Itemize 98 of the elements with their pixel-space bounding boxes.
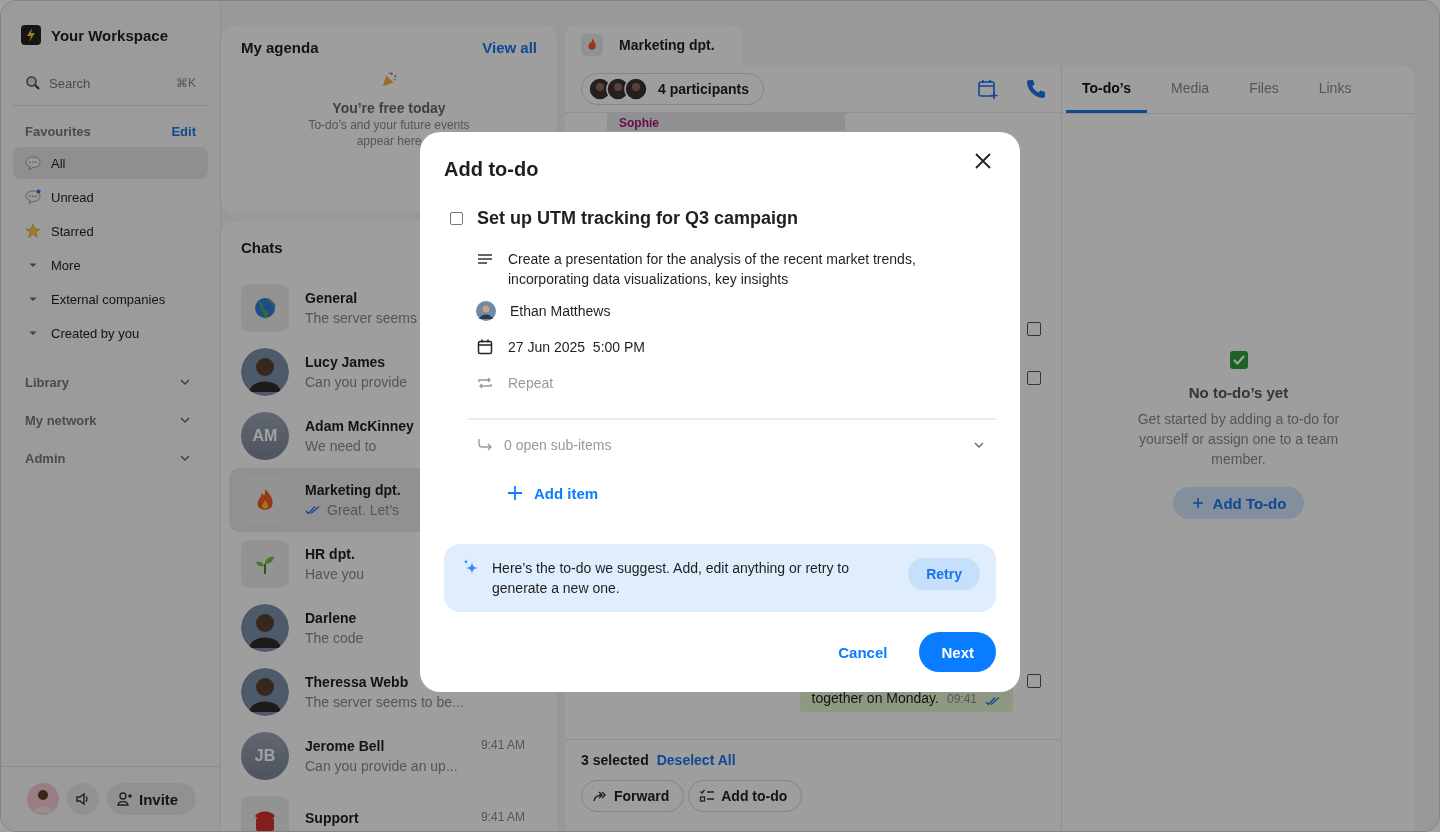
chat-preview: We need to: [305, 438, 377, 454]
chats-title: Chats: [240, 239, 284, 256]
flame-icon: [581, 34, 603, 56]
sidebar-section[interactable]: Library: [13, 369, 208, 395]
message-checkbox[interactable]: [1027, 322, 1041, 336]
read-ticks-icon: [985, 696, 1001, 706]
person-avatar: [624, 76, 648, 101]
sidebar-section[interactable]: Admin: [13, 445, 208, 471]
sidebar-item[interactable]: All: [13, 147, 208, 179]
party-popper-icon: [380, 70, 398, 88]
sidebar-section[interactable]: My network: [13, 407, 208, 433]
search-icon: [25, 75, 41, 91]
person-avatar: [476, 301, 496, 321]
sound-button[interactable]: [67, 783, 99, 815]
view-all-link[interactable]: View all: [482, 39, 537, 56]
empty-text: appear here: [356, 134, 422, 148]
conversation-tab[interactable]: Marketing dpt.: [565, 25, 743, 65]
search-field[interactable]: Search ⌘K: [13, 69, 208, 106]
chat-name: Marketing dpt.: [305, 482, 401, 498]
speech-bubble-icon: [25, 189, 41, 205]
cancel-button[interactable]: Cancel: [832, 642, 894, 662]
initials-avatar: AM: [241, 412, 289, 460]
chat-time: 9:41 AM: [480, 738, 525, 754]
person-avatar: [241, 668, 289, 716]
deselect-all-link[interactable]: Deselect All: [656, 752, 736, 768]
add-todo-button[interactable]: Add to-do: [688, 780, 803, 812]
suggestion-text: Here’s the to-do we suggest. Add, edit anything or retry to generate a new one.: [492, 559, 850, 598]
star-icon: [25, 223, 41, 239]
chat-preview: The server seems: [305, 310, 418, 326]
chat-preview: Great. Let’s: [327, 502, 400, 518]
empty-text: Get started by adding a to-do for yourself or assign one to a team member.: [1136, 410, 1341, 469]
sidebar-item[interactable]: More: [13, 249, 208, 281]
task-description: Create a presentation for the analysis of the recent market trends, incorporating data visualizations, key insights: [508, 249, 917, 289]
chat-name: HR dpt.: [305, 546, 355, 562]
workspace-logo-icon: [21, 25, 41, 45]
chat-preview: Can you provide an up...: [305, 758, 458, 774]
empty-title: You’re free today: [332, 100, 446, 116]
forward-button[interactable]: Forward: [581, 780, 685, 812]
sidebar-item[interactable]: Unread: [13, 181, 208, 213]
plus-icon: [506, 484, 524, 502]
sidebar-item[interactable]: Starred: [13, 215, 208, 247]
invite-button[interactable]: Invite: [107, 783, 197, 815]
edit-link[interactable]: Edit: [171, 124, 196, 139]
initials-avatar: JB: [241, 732, 289, 780]
workspace-name: Your Workspace: [51, 26, 168, 44]
chat-preview: Can you provide: [305, 374, 407, 390]
sidebar-item[interactable]: External companies: [13, 283, 208, 315]
plus-icon: [1190, 496, 1205, 510]
chat-name: Jerome Bell: [305, 738, 385, 754]
person-avatar: [241, 604, 289, 652]
next-button[interactable]: Next: [919, 632, 996, 672]
task-title: Set up UTM tracking for Q3 campaign: [477, 207, 799, 229]
chat-list-item[interactable]: Theressa Webb The server seems to be...: [229, 660, 537, 724]
chat-name: Lucy James: [305, 354, 386, 370]
calendar-icon: [476, 338, 494, 356]
message-text: together on Monday.: [811, 690, 939, 706]
add-person-icon: [117, 791, 133, 807]
chat-list-item[interactable]: JB Jerome Bell 9:41 AM Can you provide an up...: [229, 724, 537, 788]
due-date: 27 Jun 2025 5:00 PM: [508, 339, 645, 355]
participants-button[interactable]: 4 participants: [581, 72, 765, 105]
check-mark-icon: [1228, 350, 1249, 370]
empty-text: To-do’s and your future events: [308, 118, 470, 132]
sidebar-item[interactable]: Created by you: [13, 317, 208, 349]
retry-button[interactable]: Retry: [908, 558, 980, 590]
chat-name: Theressa Webb: [305, 674, 409, 690]
globe-icon: [241, 284, 289, 332]
checklist-icon: [699, 788, 716, 804]
chat-name: General: [305, 290, 358, 306]
speaker-icon: [75, 791, 91, 807]
sprout-icon: [241, 540, 289, 588]
phone-icon[interactable]: [1025, 77, 1047, 100]
chat-name: Adam McKinney: [305, 418, 414, 434]
chat-name: Support: [305, 810, 359, 826]
chat-preview: The server seems to be...: [305, 694, 464, 710]
message-checkbox[interactable]: [1027, 674, 1041, 688]
empty-title: No to-do’s yet: [1188, 384, 1289, 401]
panel-tab[interactable]: To-do’s: [1066, 65, 1147, 113]
close-icon[interactable]: [974, 152, 992, 170]
selection-count: 3 selected: [581, 752, 649, 768]
sender-name: Sophie: [619, 116, 659, 130]
chat-list-item[interactable]: Support 9:41 AM: [229, 788, 537, 831]
assignee-name: Ethan Matthews: [510, 303, 611, 319]
calendar-add-icon[interactable]: [977, 77, 999, 100]
chat-preview: The code: [305, 630, 364, 646]
chat-list-item[interactable]: Darlene The code: [229, 596, 537, 660]
chat-preview: Have you: [305, 566, 365, 582]
user-avatar[interactable]: [27, 783, 59, 815]
message-checkbox[interactable]: [1027, 371, 1041, 385]
section-title: Favourites: [25, 124, 91, 139]
chat-name: Darlene: [305, 610, 357, 626]
chat-time: 9:41 AM: [480, 810, 525, 826]
dialog-title: Add to-do: [444, 158, 539, 181]
speech-bubble-icon: [25, 155, 41, 171]
agenda-title: My agenda: [241, 39, 319, 56]
task-checkbox[interactable]: [450, 211, 463, 225]
message-time: 09:41: [946, 692, 977, 706]
sub-items-row[interactable]: 0 open sub-items: [468, 418, 996, 454]
person-avatar: [241, 348, 289, 396]
